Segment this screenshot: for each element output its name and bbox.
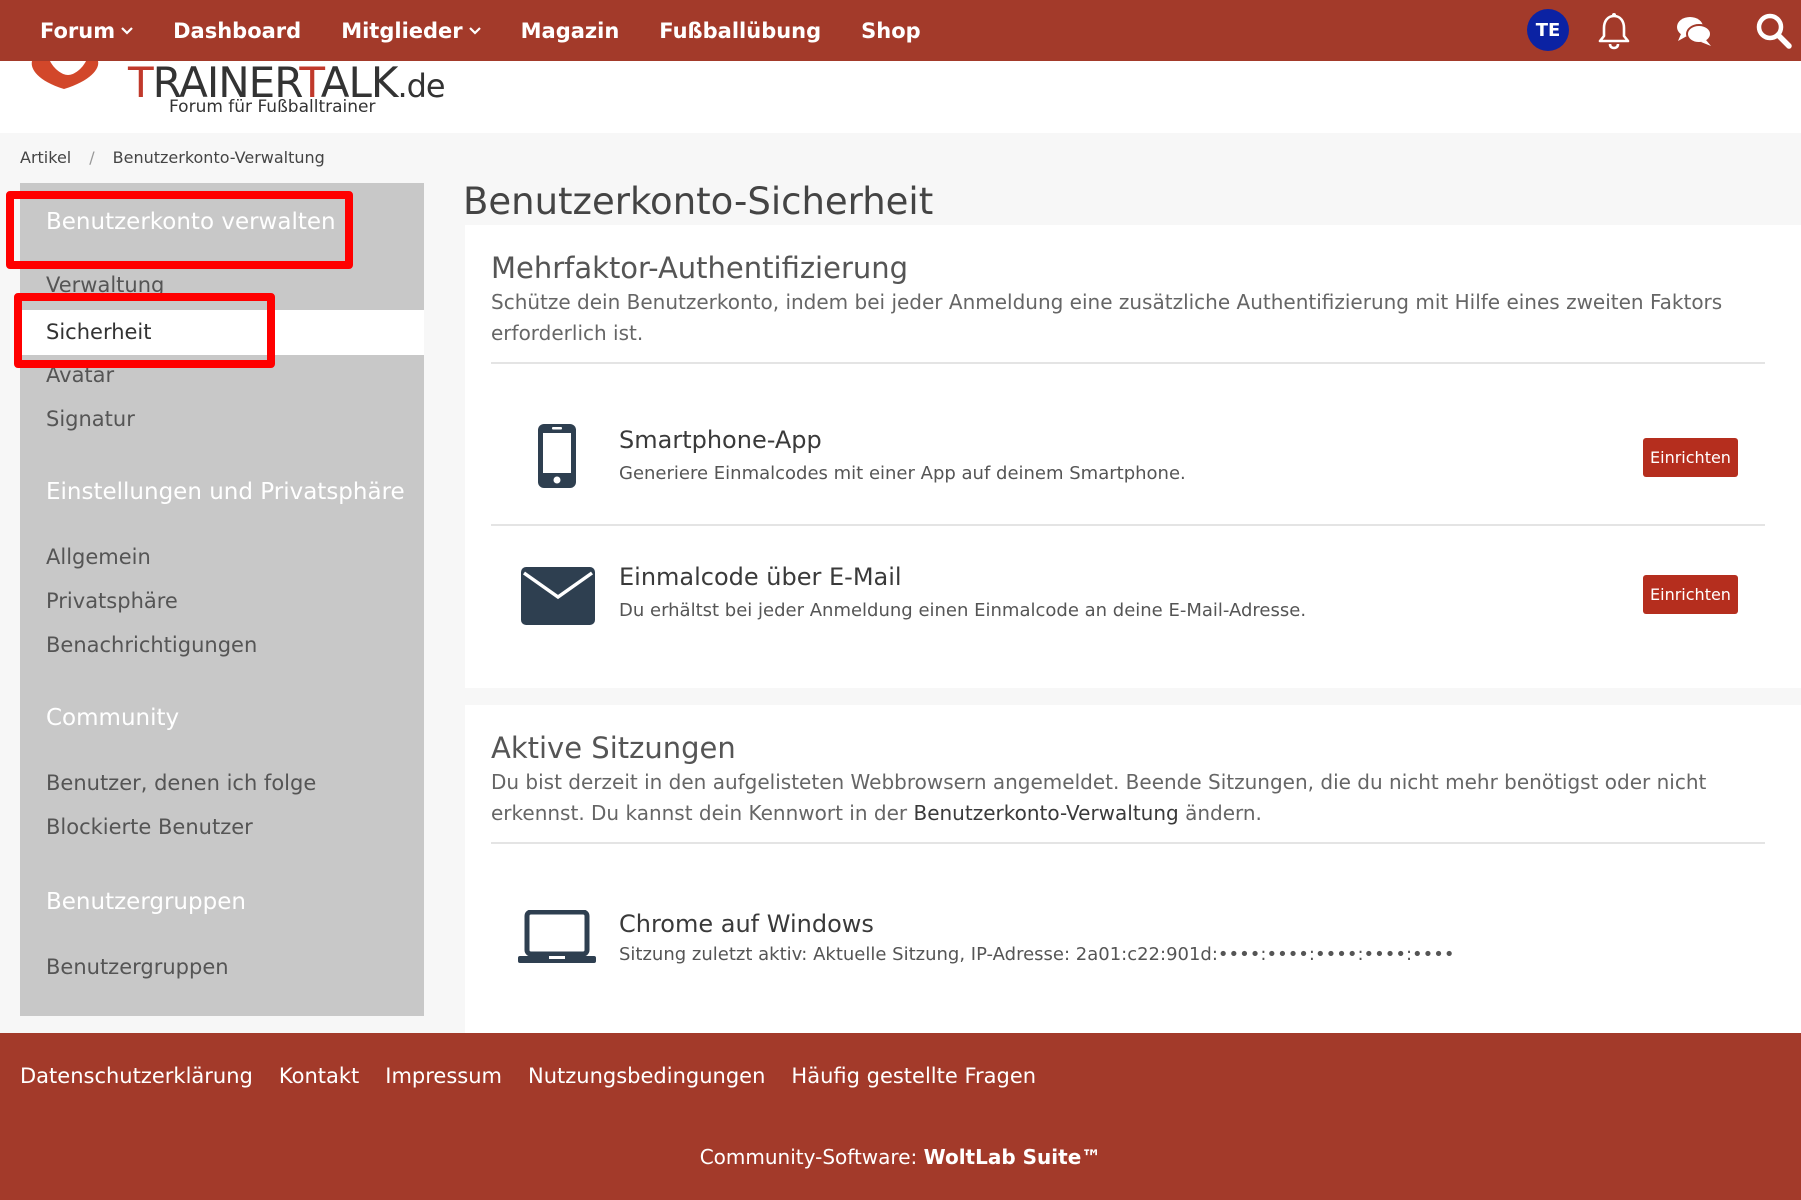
sessions-card: Aktive Sitzungen Du bist derzeit in den … (465, 705, 1801, 1033)
breadcrumb-benutzerkonto-verwaltung[interactable]: Benutzerkonto-Verwaltung (113, 148, 325, 167)
sidebar-item-allgemein[interactable]: Allgemein (46, 545, 151, 569)
logo-tld: .de (397, 67, 445, 105)
sidebar-item-signatur[interactable]: Signatur (46, 407, 135, 431)
divider (491, 362, 1765, 364)
search-icon[interactable] (1755, 12, 1793, 50)
sidebar-item-privatsphaere[interactable]: Privatsphäre (46, 589, 178, 613)
breadcrumb-separator: / (89, 148, 95, 167)
bell-icon[interactable] (1595, 12, 1633, 50)
setup-email-button[interactable]: Einrichten (1643, 575, 1738, 614)
nav-fussballuebung-label: Fußballübung (659, 18, 822, 43)
sidebar-item-benachrichtigungen[interactable]: Benachrichtigungen (46, 633, 257, 657)
sidebar-heading-benutzergruppen[interactable]: Benutzergruppen (46, 889, 246, 915)
sidebar-heading-benutzerkonto[interactable]: Benutzerkonto verwalten (46, 209, 336, 235)
sessions-title: Aktive Sitzungen (491, 731, 736, 765)
main-menu: Forum Dashboard Mitglieder Magazin Fußba… (40, 19, 961, 43)
site-header: TRAINERTALK.de Forum für Fußballtrainer (0, 58, 1801, 133)
nav-dashboard[interactable]: Dashboard (173, 19, 301, 43)
smartphone-icon (538, 424, 576, 488)
divider (491, 842, 1765, 844)
footer-credit-brand[interactable]: WoltLab Suite™ (924, 1145, 1102, 1169)
footer-link-kontakt[interactable]: Kontakt (279, 1064, 359, 1088)
envelope-icon (521, 567, 595, 625)
sidebar: Benutzerkonto verwalten Verwaltung Siche… (20, 183, 424, 1016)
nav-magazin-label: Magazin (520, 18, 620, 43)
logo-tagline: Forum für Fußballtrainer (169, 97, 376, 117)
nav-fussballuebung[interactable]: Fußballübung (659, 19, 821, 43)
top-navigation: Forum Dashboard Mitglieder Magazin Fußba… (0, 0, 1801, 61)
mfa-description: Schütze dein Benutzerkonto, indem bei je… (491, 290, 1723, 345)
footer-credit-prefix: Community-Software: (699, 1145, 924, 1169)
sidebar-item-blockierte-benutzer[interactable]: Blockierte Benutzer (46, 815, 253, 839)
footer-link-nutzungsbedingungen[interactable]: Nutzungsbedingungen (528, 1064, 765, 1088)
footer-link-faq[interactable]: Häufig gestellte Fragen (791, 1064, 1036, 1088)
chevron-down-icon (468, 26, 481, 35)
nav-mitglieder-label: Mitglieder (341, 18, 463, 43)
nav-forum-label: Forum (40, 18, 116, 43)
logo-letter-t1: T (128, 58, 154, 107)
logo-heart-icon[interactable] (28, 61, 108, 91)
nav-forum[interactable]: Forum (40, 19, 133, 43)
sidebar-heading-community[interactable]: Community (46, 705, 179, 731)
avatar[interactable]: TE (1527, 9, 1569, 51)
chat-bubbles-icon[interactable] (1675, 12, 1713, 50)
session-title: Chrome auf Windows (619, 910, 874, 938)
breadcrumb-artikel[interactable]: Artikel (20, 148, 71, 167)
mfa-card: Mehrfaktor-Authentifizierung Schütze dei… (465, 225, 1801, 688)
sessions-description-end: ändern. (1178, 801, 1262, 825)
chevron-down-icon (121, 26, 133, 35)
account-management-link[interactable]: Benutzerkonto-Verwaltung (913, 801, 1178, 825)
method-email-description: Du erhältst bei jeder Anmeldung einen Ei… (619, 600, 1307, 621)
sessions-description: Du bist derzeit in den aufgelisteten Web… (491, 767, 1771, 829)
footer-link-datenschutz[interactable]: Datenschutzerklärung (20, 1064, 253, 1088)
nav-magazin[interactable]: Magazin (521, 19, 620, 43)
sidebar-item-avatar[interactable]: Avatar (46, 363, 114, 387)
method-smartphone-title: Smartphone-App (619, 426, 822, 454)
nav-mitglieder[interactable]: Mitglieder (341, 18, 481, 43)
nav-shop[interactable]: Shop (861, 19, 921, 43)
sidebar-item-sicherheit-label: Sicherheit (46, 320, 152, 344)
sidebar-item-verwaltung[interactable]: Verwaltung (46, 273, 164, 297)
sidebar-heading-einstellungen[interactable]: Einstellungen und Privatsphäre (46, 479, 405, 505)
breadcrumb: Artikel / Benutzerkonto-Verwaltung (20, 148, 325, 167)
setup-smartphone-button[interactable]: Einrichten (1643, 438, 1738, 477)
session-detail: Sitzung zuletzt aktiv: Aktuelle Sitzung,… (619, 944, 1455, 965)
nav-shop-label: Shop (861, 18, 921, 43)
sidebar-item-benutzer-folge[interactable]: Benutzer, denen ich folge (46, 771, 316, 795)
footer-link-impressum[interactable]: Impressum (385, 1064, 502, 1088)
footer-credit: Community-Software: WoltLab Suite™ (0, 1145, 1801, 1169)
mfa-title: Mehrfaktor-Authentifizierung (491, 251, 909, 285)
avatar-initials: TE (1535, 19, 1561, 41)
nav-dashboard-label: Dashboard (173, 18, 302, 43)
method-email-title: Einmalcode über E-Mail (619, 563, 902, 591)
page-title: Benutzerkonto-Sicherheit (463, 180, 934, 223)
laptop-icon (518, 910, 596, 963)
site-footer: Datenschutzerklärung Kontakt Impressum N… (0, 1033, 1801, 1200)
method-smartphone-description: Generiere Einmalcodes mit einer App auf … (619, 463, 1186, 484)
sidebar-item-sicherheit[interactable]: Sicherheit (20, 310, 424, 355)
divider (491, 524, 1765, 526)
sidebar-item-benutzergruppen[interactable]: Benutzergruppen (46, 955, 229, 979)
footer-links: Datenschutzerklärung Kontakt Impressum N… (20, 1064, 1062, 1088)
